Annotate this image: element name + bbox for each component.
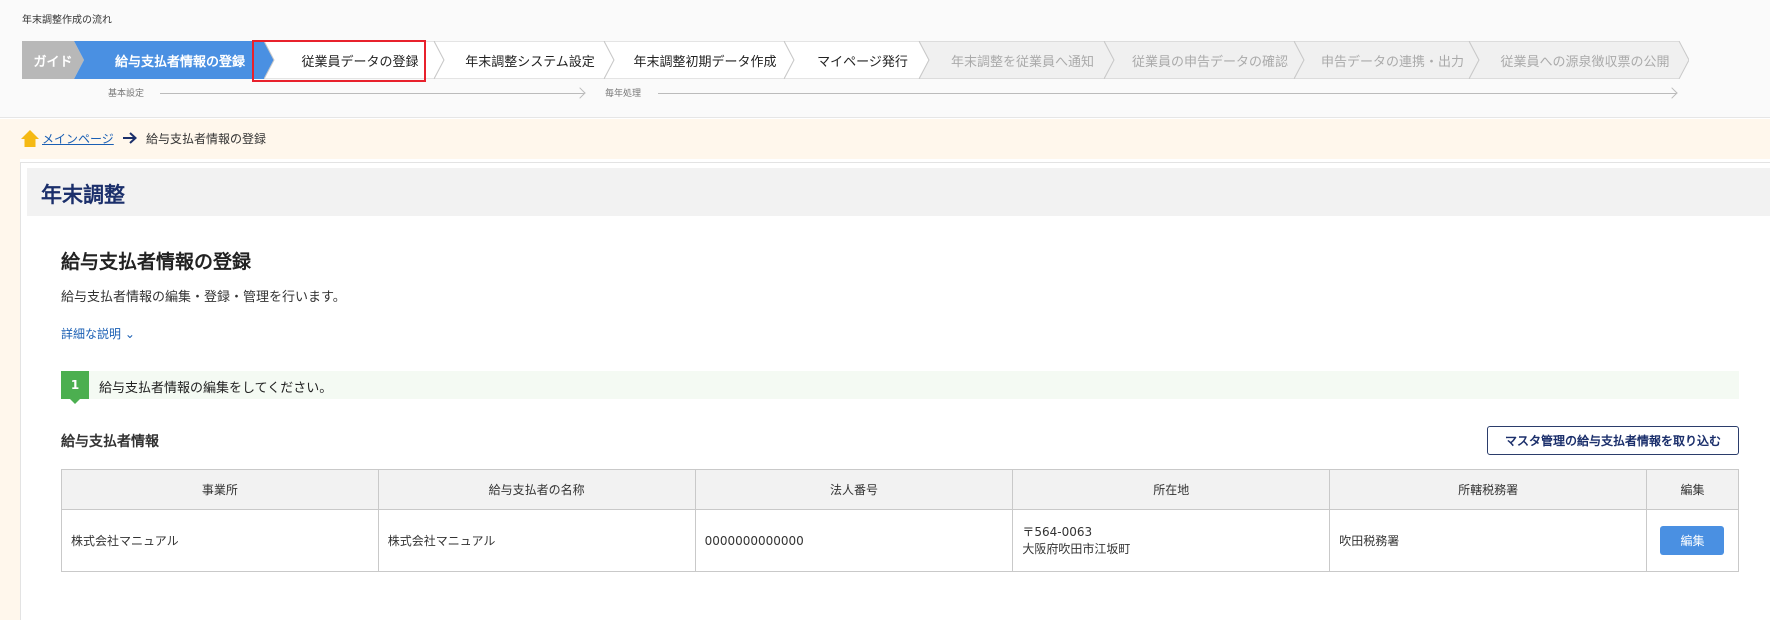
step-initial-data[interactable]: 年末調整初期データ作成 xyxy=(604,41,794,79)
import-master-payer-button[interactable]: マスタ管理の給与支払者情報を取り込む xyxy=(1487,426,1739,455)
cell-tax-office: 吹田税務署 xyxy=(1329,509,1647,572)
section-title: 給与支払者情報の登録 xyxy=(61,251,252,273)
edit-button[interactable]: 編集 xyxy=(1660,526,1725,555)
column-header-edit: 編集 xyxy=(1645,469,1740,510)
step-employee-data-label: 従業員データの登録 xyxy=(301,54,419,70)
column-header-payer-name: 給与支払者の名称 xyxy=(377,469,696,510)
cell-edit: 編集 xyxy=(1645,509,1740,572)
table-row: 株式会社マニュアル 株式会社マニュアル 0000000000000 〒564-0… xyxy=(61,509,1740,572)
home-icon[interactable] xyxy=(20,129,40,148)
flow-phases: 基本設定 毎年処理 xyxy=(0,84,1770,102)
year-end-flow: 年末調整作成の流れ ガイド 給与支払者情報の登録 従業員データの登録 年末調整シ… xyxy=(0,0,1770,118)
phase-annual: 毎年処理 xyxy=(605,89,642,99)
postal-code: 〒564-0063 xyxy=(1022,524,1093,539)
column-header-office: 事業所 xyxy=(61,469,379,510)
flow-steps: ガイド 給与支払者情報の登録 従業員データの登録 年末調整システム設定 年末調整… xyxy=(22,40,1742,82)
step-employee-data[interactable]: 従業員データの登録 xyxy=(264,41,444,79)
phase-annual-arrow-icon xyxy=(1666,87,1678,99)
step-publish-withholding[interactable]: 従業員への源泉徴収票の公開 xyxy=(1469,41,1689,79)
step-system-settings[interactable]: 年末調整システム設定 xyxy=(434,41,614,79)
main-panel: 年末調整 給与支払者情報の登録 給与支払者情報の編集・登録・管理を行います。 詳… xyxy=(20,162,1770,620)
step-initial-data-label: 年末調整初期データ作成 xyxy=(633,54,777,70)
step-mypage-issue-label: マイページ発行 xyxy=(817,54,908,70)
step-notify-employees-label: 年末調整を従業員へ通知 xyxy=(950,54,1094,70)
detail-explanation-toggle[interactable]: 詳細な説明 ⌄ xyxy=(61,325,135,342)
column-header-address: 所在地 xyxy=(1012,469,1331,510)
step-confirm-declarations[interactable]: 従業員の申告データの確認 xyxy=(1104,41,1304,79)
step-link-output-label: 申告データの連携・出力 xyxy=(1320,54,1464,70)
column-header-tax-office: 所轄税務署 xyxy=(1329,469,1647,510)
breadcrumb-home-link[interactable]: メインページ xyxy=(42,130,114,147)
flow-title: 年末調整作成の流れ xyxy=(22,15,112,26)
section-description: 給与支払者情報の編集・登録・管理を行います。 xyxy=(61,290,346,305)
payer-info-title: 給与支払者情報 xyxy=(61,434,159,450)
instruction-text: 給与支払者情報の編集をしてください。 xyxy=(99,381,333,396)
cell-payer-name: 株式会社マニュアル xyxy=(377,509,696,572)
step-payer-registration-label: 給与支払者情報の登録 xyxy=(114,54,245,70)
step-link-output[interactable]: 申告データの連携・出力 xyxy=(1294,41,1479,79)
column-header-corporate-number: 法人番号 xyxy=(694,469,1014,510)
table-header-row: 事業所 給与支払者の名称 法人番号 所在地 所轄税務署 編集 xyxy=(61,469,1740,510)
step-publish-withholding-label: 従業員への源泉徴収票の公開 xyxy=(1500,54,1670,70)
panel-header: 年末調整 xyxy=(27,168,1770,216)
step-guide-label: ガイド xyxy=(33,54,73,70)
cell-corporate-number: 0000000000000 xyxy=(694,509,1014,572)
phase-basic-settings: 基本設定 xyxy=(108,89,145,99)
step-payer-registration[interactable]: 給与支払者情報の登録 xyxy=(74,41,274,79)
step-system-settings-label: 年末調整システム設定 xyxy=(465,54,595,70)
left-margin-strip xyxy=(0,159,20,620)
payer-info-table: 事業所 給与支払者の名称 法人番号 所在地 所轄税務署 編集 株式会社マニュアル… xyxy=(61,469,1740,572)
arrow-right-icon xyxy=(123,132,137,144)
step-notify-employees[interactable]: 年末調整を従業員へ通知 xyxy=(919,41,1114,79)
instruction-bar: 1 給与支払者情報の編集をしてください。 xyxy=(61,371,1739,404)
step-mypage-issue[interactable]: マイページ発行 xyxy=(784,41,929,79)
breadcrumb-current: 給与支払者情報の登録 xyxy=(146,132,267,146)
page-title: 年末調整 xyxy=(41,183,125,207)
cell-office: 株式会社マニュアル xyxy=(61,509,379,572)
cell-address: 〒564-0063 大阪府吹田市江坂町 xyxy=(1012,509,1331,572)
phase-basic-line xyxy=(160,93,584,94)
phase-basic-arrow-icon xyxy=(574,87,586,99)
instruction-step-badge: 1 xyxy=(61,371,89,399)
address-line: 大阪府吹田市江坂町 xyxy=(1022,541,1131,556)
step-confirm-declarations-label: 従業員の申告データの確認 xyxy=(1131,54,1288,70)
instruction-badge-tail xyxy=(70,399,80,404)
phase-annual-line xyxy=(658,93,1676,94)
